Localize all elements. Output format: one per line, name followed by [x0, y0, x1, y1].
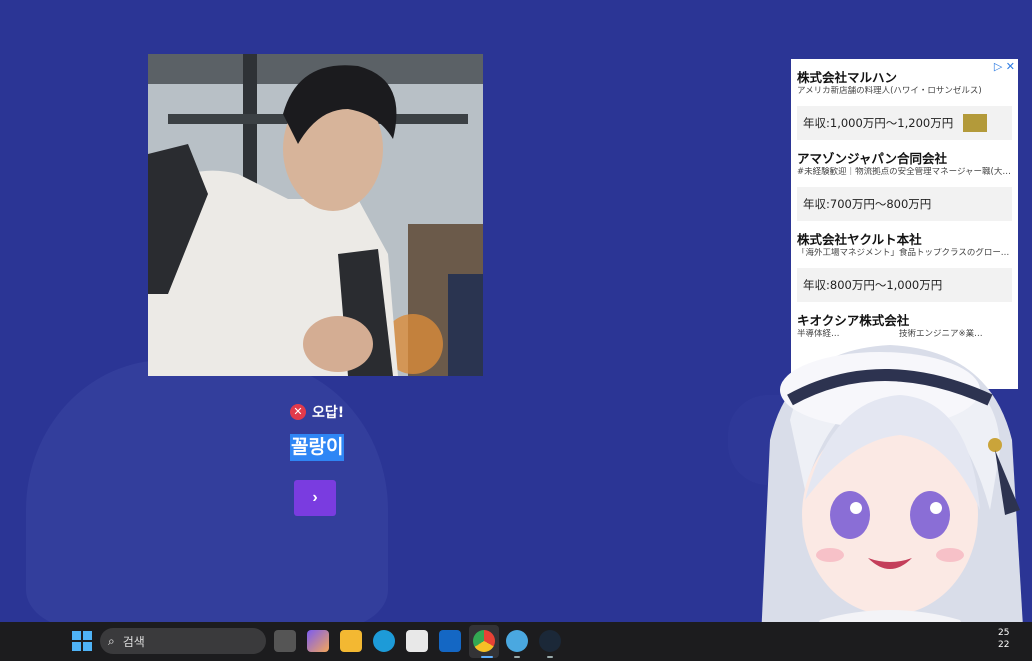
- windows-start-button[interactable]: [72, 631, 92, 651]
- result-text: 오답!: [312, 405, 345, 421]
- chrome-icon[interactable]: [473, 630, 495, 652]
- taskbar-search[interactable]: ⌕ 검색: [100, 628, 266, 654]
- ad-company: 株式会社ヤクルト本社: [797, 232, 922, 247]
- ad-subtitle: アメリカ新店舗の料理人(ハワイ・ロサンゼルス): [797, 86, 982, 96]
- correct-answer: 꼴랑이: [290, 434, 345, 461]
- ad-subtitle: 「海外工場マネジメント」食品トップクラスのグローバル…: [797, 248, 1012, 258]
- clock-line-2: 22: [998, 640, 1010, 650]
- ad-salary: 年収:800万円〜1,000万円: [797, 268, 1012, 302]
- outlook-icon[interactable]: [439, 630, 461, 652]
- result-row: ✕ 오답!: [290, 402, 344, 422]
- ad-choices-icon[interactable]: ▷ ✕: [994, 60, 1015, 73]
- running-indicator: [547, 656, 553, 658]
- ad-company: 株式会社マルハン: [797, 70, 898, 85]
- quiz-photo: [148, 54, 483, 376]
- system-clock[interactable]: 25 22: [998, 627, 1009, 651]
- ad-company: アマゾンジャパン合同会社: [797, 151, 948, 166]
- ad-salary: 年収:700万円〜800万円: [797, 187, 1012, 221]
- ad-salary-text: 年収:800万円〜1,000万円: [803, 278, 943, 292]
- vtuber-avatar: [750, 330, 1032, 661]
- microsoft-store-icon[interactable]: [406, 630, 428, 652]
- close-circle-icon: ✕: [290, 404, 306, 420]
- ad-item[interactable]: 株式会社ヤクルト本社 「海外工場マネジメント」食品トップクラスのグローバル… 年…: [791, 221, 1018, 302]
- edge-browser-icon[interactable]: [373, 630, 395, 652]
- file-explorer-icon[interactable]: [340, 630, 362, 652]
- taskbar: ⌕ 검색 25 22: [0, 622, 1032, 661]
- ad-item[interactable]: 株式会社マルハン アメリカ新店舗の料理人(ハワイ・ロサンゼルス) 年収:1,00…: [791, 59, 1018, 140]
- clock-line-1: 25: [998, 628, 1010, 638]
- steam-icon[interactable]: [539, 630, 561, 652]
- ad-color-swatch: [963, 114, 988, 132]
- next-button[interactable]: ›: [294, 480, 336, 516]
- task-view-icon[interactable]: [274, 630, 296, 652]
- ad-salary: 年収:1,000万円〜1,200万円: [797, 106, 1012, 140]
- ad-salary-text: 年収:700万円〜800万円: [803, 197, 932, 211]
- search-placeholder: 검색: [122, 634, 145, 649]
- copilot-icon[interactable]: [307, 630, 329, 652]
- ad-item[interactable]: アマゾンジャパン合同会社 #未経験歓迎｜物流拠点の安全管理マネージャー職(大阪)…: [791, 140, 1018, 221]
- ad-company: キオクシア株式会社: [797, 313, 910, 328]
- ad-salary-text: 年収:1,000万円〜1,200万円: [803, 116, 954, 130]
- chevron-right-icon: ›: [312, 489, 318, 506]
- running-indicator: [514, 656, 520, 658]
- active-indicator: [481, 656, 493, 658]
- ad-subtitle: #未経験歓迎｜物流拠点の安全管理マネージャー職(大阪): [797, 167, 1012, 177]
- search-icon: ⌕: [108, 633, 115, 648]
- globe-app-icon[interactable]: [506, 630, 528, 652]
